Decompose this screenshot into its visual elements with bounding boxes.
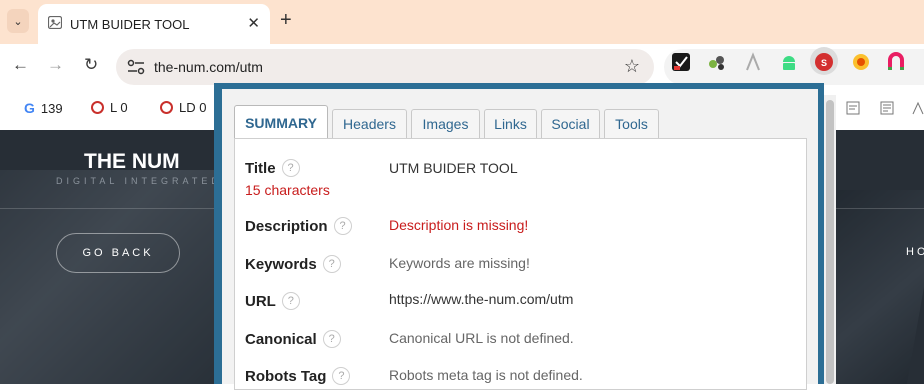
seo-extension-popup: SUMMARY Headers Images Links Social Tool… — [214, 83, 836, 390]
tab-tools[interactable]: Tools — [604, 109, 659, 138]
keywords-label: Keywords ? — [245, 255, 341, 273]
help-icon[interactable]: ? — [322, 255, 341, 273]
google-icon: G — [24, 100, 35, 116]
page-favicon-icon — [48, 16, 62, 29]
row-label-text: Robots Tag — [245, 367, 327, 385]
back-button[interactable]: ← — [12, 55, 29, 75]
new-tab-button[interactable]: + — [280, 9, 292, 32]
bookmark-doc-icon[interactable] — [880, 101, 894, 115]
help-icon[interactable]: ? — [281, 159, 300, 177]
canonical-label: Canonical ? — [245, 330, 341, 348]
bookmark-label: LD 0 — [179, 100, 207, 115]
tab-summary[interactable]: SUMMARY — [234, 105, 328, 140]
popup-scrollbar[interactable] — [824, 95, 836, 384]
title-length: 15 characters — [245, 182, 330, 198]
help-icon[interactable]: ? — [281, 292, 300, 310]
bookmark-chart-icon[interactable] — [912, 101, 924, 115]
robots-value: Robots meta tag is not defined. — [389, 367, 583, 383]
bookmark-item[interactable]: G 139 — [24, 100, 63, 116]
address-bar[interactable]: the-num.com/utm ☆ — [116, 49, 654, 85]
address-url: the-num.com/utm — [154, 59, 263, 75]
url-label: URL ? — [245, 292, 300, 310]
svg-text:S: S — [821, 58, 827, 68]
chevron-down-icon: ⌄ — [13, 15, 23, 28]
tab-links[interactable]: Links — [484, 109, 537, 138]
help-icon[interactable]: ? — [332, 367, 351, 385]
puzzle-icon[interactable] — [707, 52, 727, 72]
magnet-icon[interactable] — [886, 52, 906, 72]
seo-icon[interactable]: S — [814, 52, 834, 72]
keywords-value: Keywords are missing! — [389, 255, 530, 271]
reload-button[interactable]: ↻ — [84, 55, 98, 75]
url-value: https://www.the-num.com/utm — [389, 291, 574, 307]
browser-tab[interactable]: UTM BUIDER TOOL ✕ — [38, 4, 270, 44]
row-label-text: Keywords — [245, 255, 317, 273]
pen-icon[interactable] — [743, 52, 763, 72]
scrollbar-thumb[interactable] — [826, 100, 834, 384]
bookmark-page-icon[interactable] — [846, 101, 860, 115]
help-icon[interactable]: ? — [333, 217, 352, 235]
checklist-icon[interactable] — [671, 52, 691, 72]
robots-label: Robots Tag ? — [245, 367, 351, 385]
ring-icon — [160, 101, 173, 114]
browser-toolbar: ← → ↻ the-num.com/utm ☆ S — [0, 44, 924, 88]
description-value: Description is missing! — [389, 217, 529, 233]
title-value: UTM BUIDER TOOL — [389, 160, 518, 176]
canonical-value: Canonical URL is not defined. — [389, 330, 574, 346]
close-tab-icon[interactable]: ✕ — [247, 14, 260, 32]
bookmark-label: 139 — [40, 100, 63, 116]
help-icon[interactable]: ? — [322, 330, 341, 348]
tab-title: UTM BUIDER TOOL — [70, 17, 190, 32]
tab-strip: ⌄ UTM BUIDER TOOL ✕ + — [0, 0, 924, 44]
site-logo-subtitle: DIGITAL INTEGRATED — [56, 176, 222, 186]
site-settings-icon[interactable] — [126, 58, 146, 76]
row-label-text: Title — [245, 159, 276, 177]
site-nav-home-link[interactable]: HO — [906, 246, 924, 258]
title-label: Title ? — [245, 159, 300, 177]
row-label-text: Description — [245, 217, 328, 235]
row-label-text: URL — [245, 292, 276, 310]
ring-icon — [91, 101, 104, 114]
summary-panel: Title ? 15 characters UTM BUIDER TOOL De… — [234, 138, 807, 390]
tab-search-button[interactable]: ⌄ — [7, 9, 29, 33]
bookmark-item[interactable]: LD 0 — [160, 100, 206, 115]
bookmark-item[interactable]: L 0 — [91, 100, 128, 115]
forward-button[interactable]: → — [47, 55, 64, 75]
bookmark-star-icon[interactable]: ☆ — [624, 56, 640, 77]
go-back-button[interactable]: GO BACK — [56, 233, 180, 273]
site-logo[interactable]: THE NUM — [84, 150, 180, 174]
badge-icon[interactable] — [851, 52, 871, 72]
bookmark-label: L 0 — [110, 100, 128, 115]
tab-images[interactable]: Images — [411, 109, 480, 138]
row-label-text: Canonical — [245, 330, 317, 348]
android-icon[interactable] — [779, 52, 799, 72]
description-label: Description ? — [245, 217, 352, 235]
popup-body: SUMMARY Headers Images Links Social Tool… — [222, 89, 818, 390]
tab-social[interactable]: Social — [541, 109, 600, 138]
tab-headers[interactable]: Headers — [332, 109, 407, 138]
